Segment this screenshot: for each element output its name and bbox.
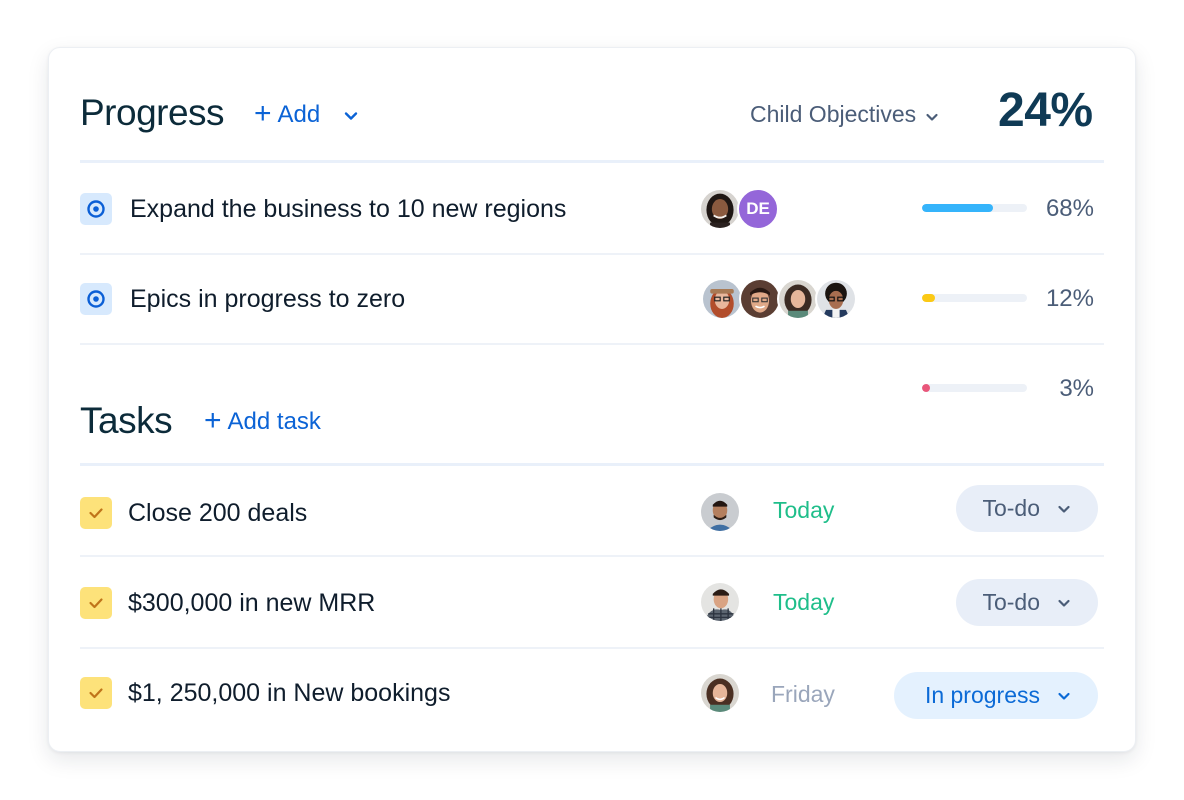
- plus-icon: +: [254, 97, 272, 130]
- avatar-initials[interactable]: DE: [737, 188, 779, 230]
- add-options-dropdown[interactable]: [343, 108, 359, 124]
- task-title: Close 200 deals: [128, 498, 308, 527]
- row-divider: [80, 647, 1104, 649]
- progress-header-divider: [80, 160, 1104, 163]
- task-status-label: In progress: [924, 682, 1040, 708]
- objective-title: Expand the business to 10 new regions: [130, 194, 567, 223]
- avatar[interactable]: [739, 278, 781, 320]
- objective-progress-percent: 68%: [1045, 195, 1094, 222]
- task-due-date: Today: [773, 497, 835, 523]
- task-status-dropdown[interactable]: To-do: [956, 485, 1098, 532]
- task-checkbox[interactable]: [80, 677, 112, 709]
- overall-progress-percent: 24%: [998, 84, 1093, 137]
- objective-progress-bar: [922, 384, 1027, 392]
- task-row[interactable]: $300,000 in new MRR: [80, 587, 1104, 619]
- target-icon: [80, 283, 112, 315]
- objective-progress-bar: [922, 294, 1027, 302]
- progress-bar-fill: [922, 384, 931, 392]
- plus-icon: +: [204, 404, 222, 437]
- checkmark-icon: [89, 688, 103, 699]
- task-due-date: Today: [773, 589, 835, 615]
- avatar[interactable]: [701, 278, 743, 320]
- objective-assignees: DE: [699, 188, 779, 230]
- task-status-label: To-do: [982, 495, 1040, 521]
- objective-progress-bar: [922, 204, 1027, 212]
- progress-bar-fill: [922, 204, 994, 212]
- avatar[interactable]: [699, 188, 741, 230]
- task-checkbox[interactable]: [80, 587, 112, 619]
- child-objectives-label: Child Objectives: [750, 101, 917, 127]
- target-icon: [80, 193, 112, 225]
- objective-assignees: [701, 278, 857, 320]
- tasks-header-divider: [80, 463, 1104, 466]
- task-title: $300,000 in new MRR: [128, 588, 376, 617]
- avatar[interactable]: [777, 278, 819, 320]
- task-row[interactable]: Close 200 deals: [80, 497, 1104, 529]
- chevron-down-icon: [1056, 501, 1072, 517]
- task-status-label: To-do: [982, 589, 1040, 615]
- task-checkbox[interactable]: [80, 497, 112, 529]
- row-divider: [80, 555, 1104, 557]
- objective-progress-percent: 3%: [1059, 375, 1094, 402]
- task-due-date: Friday: [771, 681, 835, 707]
- avatar[interactable]: [815, 278, 857, 320]
- progress-title: Progress: [80, 92, 225, 133]
- add-task-button[interactable]: + Add task: [204, 404, 321, 437]
- objective-title: Epics in progress to zero: [130, 284, 406, 313]
- avatar[interactable]: [699, 672, 741, 714]
- task-title: $1, 250,000 in New bookings: [128, 678, 451, 707]
- avatar[interactable]: [699, 581, 741, 623]
- chevron-down-icon: [924, 109, 940, 125]
- add-task-label: Add task: [227, 408, 321, 435]
- task-assignee: [699, 491, 741, 533]
- avatar[interactable]: [699, 491, 741, 533]
- add-objective-button[interactable]: + Add: [254, 97, 321, 130]
- chevron-down-icon: [1056, 595, 1072, 611]
- objective-progress-percent: 12%: [1045, 285, 1094, 312]
- avatar-initials-text: DE: [746, 199, 770, 218]
- row-divider: [80, 343, 1104, 345]
- chevron-down-icon: [1056, 688, 1072, 704]
- task-assignee: [699, 581, 741, 623]
- task-status-dropdown[interactable]: To-do: [956, 579, 1098, 626]
- checkmark-icon: [89, 598, 103, 609]
- tasks-title: Tasks: [80, 400, 173, 441]
- row-divider: [80, 253, 1104, 255]
- task-assignee: [699, 672, 741, 714]
- child-objectives-selector[interactable]: Child Objectives: [750, 101, 940, 128]
- task-status-dropdown[interactable]: In progress: [894, 672, 1098, 719]
- chevron-down-icon: [344, 112, 358, 120]
- add-objective-label: Add: [277, 101, 321, 128]
- checkmark-icon: [89, 508, 103, 519]
- progress-bar-fill: [922, 294, 935, 302]
